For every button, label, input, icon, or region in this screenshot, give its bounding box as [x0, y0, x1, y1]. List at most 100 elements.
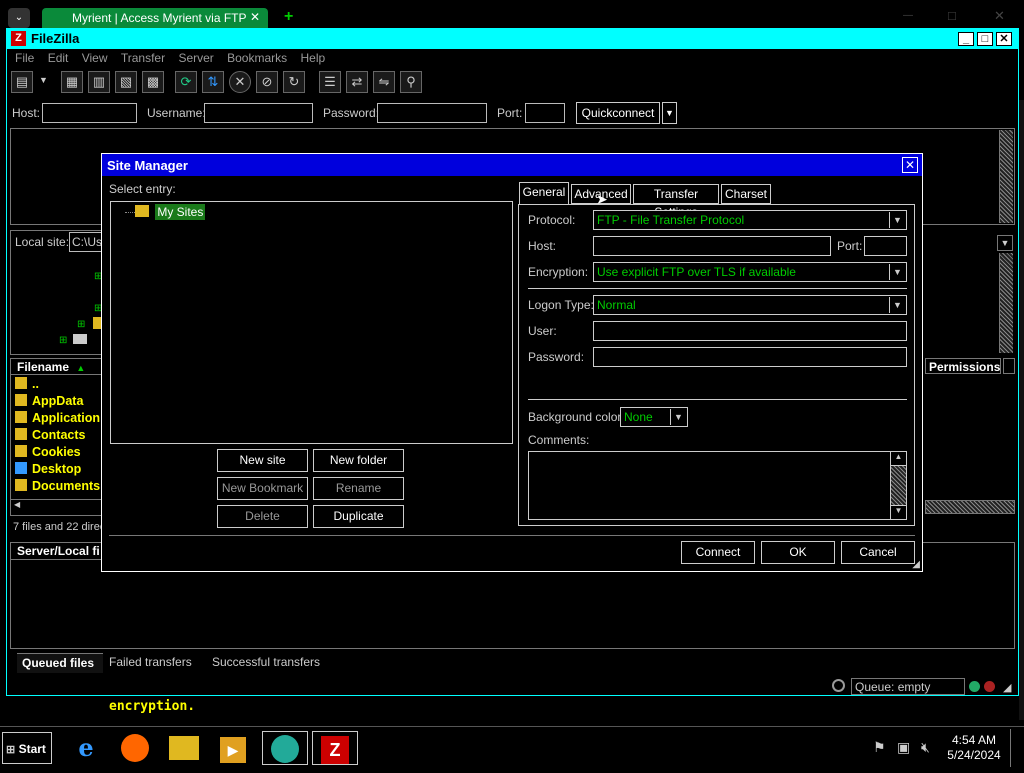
firefox-icon[interactable]: [113, 731, 157, 765]
browser-tab[interactable]: Myrient | Access Myrient via FTP ✕: [42, 8, 268, 30]
site-tree[interactable]: My Sites: [110, 201, 513, 444]
new-site-button[interactable]: New site: [217, 449, 308, 472]
resize-grip-icon[interactable]: ◢: [1003, 681, 1011, 694]
list-item[interactable]: Desktop: [15, 462, 100, 479]
start-button[interactable]: ⊞ Start: [2, 732, 52, 764]
comments-scrollbar[interactable]: ▲ ▼: [890, 452, 906, 519]
encryption-select[interactable]: Use explicit FTP over TLS if available ▼: [593, 262, 907, 282]
rename-button[interactable]: Rename: [313, 477, 404, 500]
new-tab-icon[interactable]: +: [284, 8, 293, 26]
network-icon[interactable]: ▣: [897, 739, 910, 756]
remote-horizontal-scrollbar[interactable]: [925, 500, 1015, 514]
internet-explorer-icon[interactable]: e: [64, 731, 108, 765]
toggle-queue-icon[interactable]: ▩: [142, 71, 164, 93]
cancel-operation-icon[interactable]: ✕: [229, 71, 251, 93]
ok-button[interactable]: OK: [761, 541, 835, 564]
duplicate-button[interactable]: Duplicate: [313, 505, 404, 528]
host-input[interactable]: [42, 103, 137, 123]
connect-button[interactable]: Connect: [681, 541, 755, 564]
scroll-down-icon[interactable]: ▼: [891, 505, 906, 519]
filename-column-header[interactable]: Filename ▲: [11, 359, 103, 375]
list-item[interactable]: Documents: [15, 479, 100, 496]
menu-edit[interactable]: Edit: [48, 51, 69, 65]
reconnect-icon[interactable]: ↻: [283, 71, 305, 93]
tab-queued-files[interactable]: Queued files: [17, 653, 103, 673]
site-manager-icon[interactable]: ▤: [11, 71, 33, 93]
toggle-remote-tree-icon[interactable]: ▧: [115, 71, 137, 93]
menu-server[interactable]: Server: [178, 51, 213, 65]
tab-successful-transfers[interactable]: Successful transfers: [212, 655, 320, 669]
new-bookmark-button[interactable]: New Bookmark: [217, 477, 308, 500]
owner-column-header[interactable]: [1003, 358, 1015, 374]
user-field[interactable]: [593, 321, 907, 341]
tree-item-my-sites[interactable]: My Sites: [135, 204, 206, 220]
permissions-column-header[interactable]: Permissions: [925, 358, 1001, 374]
password-field[interactable]: [593, 347, 907, 367]
background-color-select[interactable]: None ▼: [620, 407, 688, 427]
list-item[interactable]: Application: [15, 411, 100, 428]
port-input[interactable]: [525, 103, 565, 123]
disconnect-icon[interactable]: ⊘: [256, 71, 278, 93]
tab-failed-transfers[interactable]: Failed transfers: [109, 655, 192, 669]
list-item[interactable]: ..: [15, 377, 100, 394]
menu-file[interactable]: File: [15, 51, 34, 65]
window-maximize-button[interactable]: □: [977, 32, 993, 46]
comments-textarea[interactable]: ▲ ▼: [528, 451, 907, 520]
browser-minimize-icon[interactable]: —: [903, 10, 913, 21]
quickconnect-dropdown-icon[interactable]: ▼: [662, 102, 677, 124]
filezilla-taskbar-icon[interactable]: Z: [312, 731, 358, 765]
close-icon[interactable]: ✕: [902, 157, 918, 173]
new-folder-button[interactable]: New folder: [313, 449, 404, 472]
menu-transfer[interactable]: Transfer: [121, 51, 165, 65]
toggle-local-tree-icon[interactable]: ▥: [88, 71, 110, 93]
tree-expander-icon[interactable]: ⊞: [77, 319, 85, 330]
password-input[interactable]: [377, 103, 487, 123]
logon-type-select[interactable]: Normal ▼: [593, 295, 907, 315]
cancel-button[interactable]: Cancel: [841, 541, 915, 564]
toggle-log-icon[interactable]: ▦: [61, 71, 83, 93]
menu-help[interactable]: Help: [301, 51, 326, 65]
page-scrollbar[interactable]: [1019, 100, 1024, 720]
show-desktop-button[interactable]: [1010, 729, 1022, 767]
media-player-icon[interactable]: ▶: [211, 731, 255, 765]
tab-general[interactable]: General: [519, 182, 569, 205]
refresh-icon[interactable]: ⟳: [175, 71, 197, 93]
protocol-select[interactable]: FTP - File Transfer Protocol ▼: [593, 210, 907, 230]
remote-path-dropdown-icon[interactable]: ▼: [997, 235, 1013, 251]
tab-charset[interactable]: Charset: [721, 184, 771, 204]
username-input[interactable]: [204, 103, 313, 123]
delete-button[interactable]: Delete: [217, 505, 308, 528]
tree-expander-icon[interactable]: ⊞: [59, 335, 67, 346]
window-minimize-button[interactable]: _: [958, 32, 974, 46]
port-field[interactable]: [864, 236, 907, 256]
tab-transfer-settings[interactable]: Transfer Settings: [633, 184, 719, 219]
scroll-up-icon[interactable]: ▲: [891, 452, 906, 466]
synchronized-browsing-icon[interactable]: ⇋: [373, 71, 395, 93]
flag-icon[interactable]: ⚑: [873, 739, 886, 756]
directory-compare-icon[interactable]: ⇄: [346, 71, 368, 93]
speed-limit-icon[interactable]: [832, 679, 845, 692]
remote-tree-scrollbar[interactable]: [999, 253, 1013, 353]
taskbar-app-icon[interactable]: [262, 731, 308, 765]
directory-filter-icon[interactable]: ☰: [319, 71, 341, 93]
search-icon[interactable]: ⚲: [400, 71, 422, 93]
message-log-scrollbar[interactable]: [999, 130, 1013, 223]
menu-view[interactable]: View: [82, 51, 108, 65]
window-close-button[interactable]: ✕: [996, 32, 1012, 46]
close-icon[interactable]: ✕: [250, 10, 260, 24]
list-item[interactable]: AppData: [15, 394, 100, 411]
queue-column-header[interactable]: Server/Local fi: [11, 543, 103, 560]
tab-list-icon[interactable]: ⌄: [8, 8, 30, 28]
host-field[interactable]: [593, 236, 831, 256]
browser-close-icon[interactable]: ✕: [994, 8, 1005, 24]
local-site-path[interactable]: C:\Us: [69, 232, 105, 252]
site-manager-dropdown-icon[interactable]: ▼: [39, 75, 48, 85]
menu-bookmarks[interactable]: Bookmarks: [227, 51, 287, 65]
resize-grip-icon[interactable]: ◢: [912, 559, 920, 570]
list-item[interactable]: Contacts: [15, 428, 100, 445]
quickconnect-button[interactable]: Quickconnect: [576, 102, 660, 124]
process-queue-icon[interactable]: ⇅: [202, 71, 224, 93]
file-explorer-icon[interactable]: [162, 731, 206, 765]
horizontal-scrollbar[interactable]: ◀: [11, 499, 103, 513]
volume-muted-icon[interactable]: 🔇︎: [921, 739, 930, 756]
